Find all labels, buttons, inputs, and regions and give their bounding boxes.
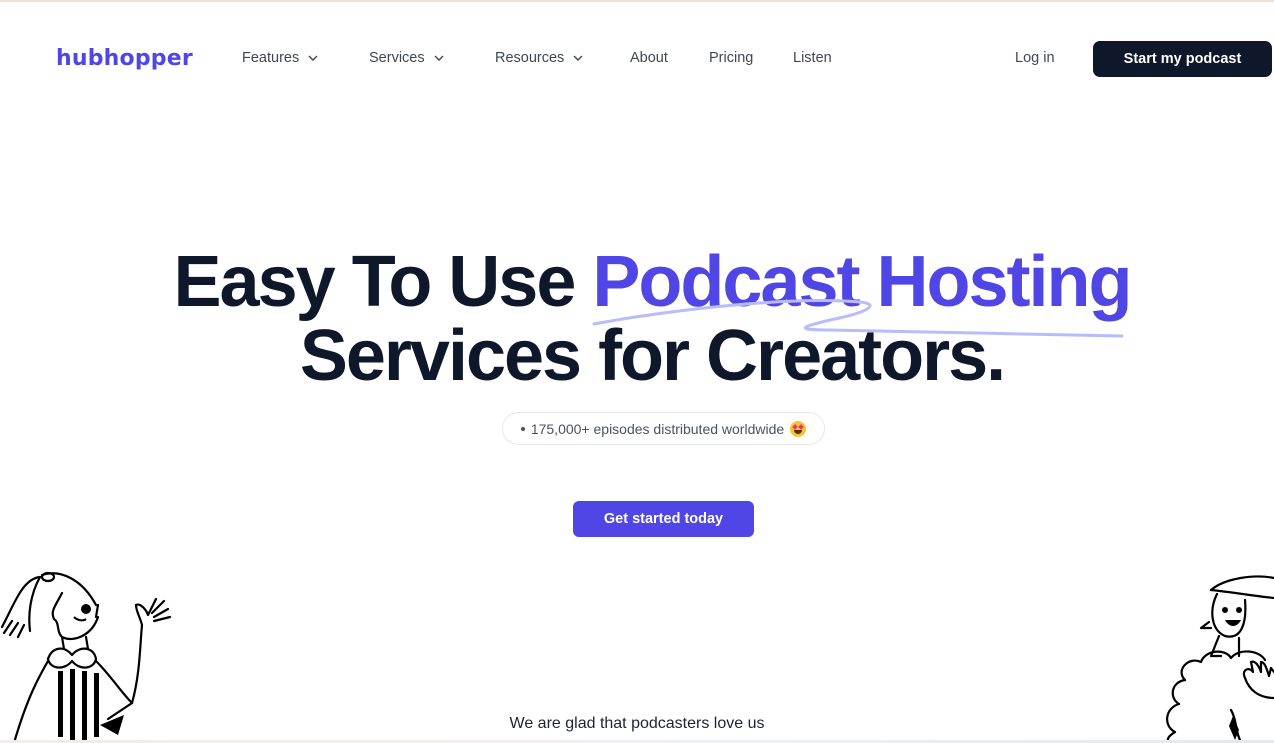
star-struck-emoji-icon xyxy=(790,420,807,437)
chevron-down-icon xyxy=(433,52,445,64)
nav-item-about[interactable]: About xyxy=(630,50,668,66)
nav-item-listen[interactable]: Listen xyxy=(793,50,832,66)
nav-item-features[interactable]: Features xyxy=(242,50,319,66)
nav-item-label: Resources xyxy=(495,50,565,66)
chevron-down-icon xyxy=(307,52,319,64)
nav-item-label: Pricing xyxy=(709,50,754,66)
episodes-badge: 175,000+ episodes distributed worldwide xyxy=(502,412,825,445)
nav-item-label: About xyxy=(630,50,668,66)
chevron-down-icon xyxy=(572,52,584,64)
badge-text: 175,000+ episodes distributed worldwide xyxy=(530,420,785,437)
get-started-button[interactable]: Get started today xyxy=(573,501,754,537)
start-podcast-button[interactable]: Start my podcast xyxy=(1093,41,1272,77)
nav-item-label: Features xyxy=(242,50,300,66)
login-link[interactable]: Log in xyxy=(1015,50,1055,66)
nav-item-pricing[interactable]: Pricing xyxy=(709,50,753,66)
testimonials-heading: We are glad that podcasters love us xyxy=(509,715,765,732)
hero-title-line1: Easy To Use Podcast Hosting xyxy=(0,246,1274,318)
nav-item-services[interactable]: Services xyxy=(369,50,445,66)
hero-title-accent: Podcast Hosting xyxy=(592,242,1132,322)
nav-item-label: Services xyxy=(369,50,425,66)
hero-title-plain: Easy To Use xyxy=(173,242,593,322)
nav-item-resources[interactable]: Resources xyxy=(495,50,584,66)
nav-item-label: Listen xyxy=(793,50,832,66)
logo[interactable]: hubhopper xyxy=(56,46,193,71)
navbar: hubhopper Features Services Resources Ab… xyxy=(0,40,1274,78)
hero-title-line2: Services for Creators. xyxy=(299,316,1006,396)
top-border xyxy=(0,0,1274,2)
bullet-dot xyxy=(520,426,525,431)
